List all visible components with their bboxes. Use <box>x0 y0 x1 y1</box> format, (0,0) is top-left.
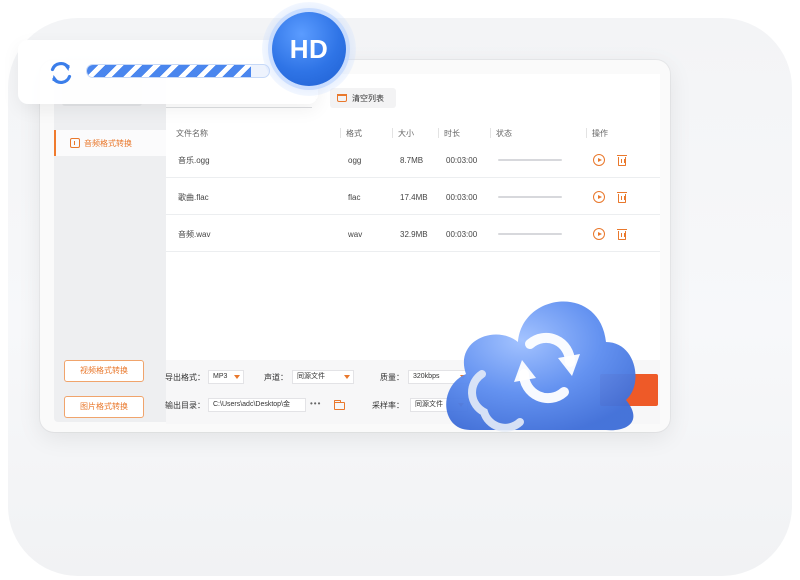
basket-icon <box>337 94 347 102</box>
channel-value: 同源文件 <box>297 373 325 380</box>
file-format: ogg <box>348 155 362 165</box>
status-bar <box>498 159 562 161</box>
table-row[interactable]: 歌曲.flac flac 17.4MB 00:03:00 <box>166 179 660 215</box>
folder-icon[interactable] <box>334 400 345 410</box>
export-format-label: 导出格式： <box>165 373 205 382</box>
column-divider <box>586 128 587 138</box>
play-icon[interactable] <box>593 154 605 166</box>
output-dir-field[interactable]: C:\Users\adc\Desktop\金 <box>208 398 306 412</box>
file-size: 17.4MB <box>400 192 428 202</box>
output-dir-value: C:\Users\adc\Desktop\金 <box>213 401 291 408</box>
column-header-format: 格式 <box>346 128 362 138</box>
progress-bar <box>86 64 270 78</box>
video-convert-button[interactable]: 视频格式转换 <box>64 360 144 382</box>
refresh-icon <box>50 62 72 84</box>
column-divider <box>392 128 393 138</box>
hd-badge: HD <box>272 12 346 86</box>
file-size: 32.9MB <box>400 229 428 239</box>
column-divider <box>340 128 341 138</box>
channel-label: 声道： <box>264 373 288 382</box>
image-convert-button[interactable]: 图片格式转换 <box>64 396 144 418</box>
channel-select[interactable]: 同源文件 <box>292 370 354 384</box>
file-name: 歌曲.flac <box>178 192 209 202</box>
column-header-duration: 时长 <box>444 128 460 138</box>
column-divider <box>438 128 439 138</box>
file-size: 8.7MB <box>400 155 424 165</box>
audio-file-icon <box>70 138 80 148</box>
trash-icon[interactable] <box>617 228 627 240</box>
output-dir-label: 输出目录： <box>165 401 205 410</box>
chevron-down-icon <box>234 375 240 379</box>
sample-rate-label: 采样率： <box>372 401 404 410</box>
export-format-value: MP3 <box>213 373 228 380</box>
column-divider <box>490 128 491 138</box>
sidebar-item-label: 音频格式转换 <box>84 138 132 148</box>
column-header-actions: 操作 <box>592 128 608 138</box>
column-header-name: 文件名称 <box>176 128 208 138</box>
cloud-sync-icon <box>446 301 636 432</box>
play-icon[interactable] <box>593 191 605 203</box>
table-row[interactable]: 音频.wav wav 32.9MB 00:03:00 <box>166 216 660 252</box>
more-button[interactable]: ••• <box>310 399 321 408</box>
file-duration: 00:03:00 <box>446 155 478 165</box>
status-bar <box>498 233 562 235</box>
file-duration: 00:03:00 <box>446 192 478 202</box>
file-format: wav <box>348 229 363 239</box>
file-name: 音频.wav <box>178 229 211 239</box>
file-name: 音乐.ogg <box>178 155 210 165</box>
play-icon[interactable] <box>593 228 605 240</box>
export-format-select[interactable]: MP3 <box>208 370 244 384</box>
progress-bar-fill <box>87 65 251 77</box>
quality-label: 质量： <box>380 373 404 382</box>
trash-icon[interactable] <box>617 191 627 203</box>
file-duration: 00:03:00 <box>446 229 478 239</box>
clear-list-label: 清空列表 <box>352 93 384 103</box>
trash-icon[interactable] <box>617 154 627 166</box>
status-bar <box>498 196 562 198</box>
chevron-down-icon <box>344 375 350 379</box>
column-header-size: 大小 <box>398 128 414 138</box>
table-row[interactable]: 音乐.ogg ogg 8.7MB 00:03:00 <box>166 142 660 178</box>
column-header-status: 状态 <box>496 128 512 138</box>
clear-list-button[interactable]: 清空列表 <box>330 88 396 108</box>
file-format: flac <box>348 192 361 202</box>
